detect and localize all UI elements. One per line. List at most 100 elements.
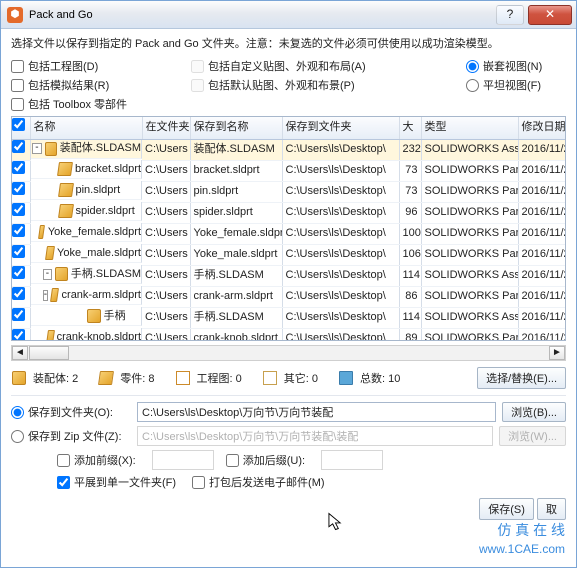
- horizontal-scrollbar[interactable]: ◄ ►: [11, 345, 566, 361]
- table-row[interactable]: spider.sldprtC:\Usersspider.sldprtC:\Use…: [12, 202, 566, 223]
- table-row[interactable]: Yoke_female.sldprtC:\UsersYoke_female.sl…: [12, 223, 566, 244]
- row-check[interactable]: [12, 182, 25, 195]
- date-cell: 2016/11/21 14:07:: [518, 244, 566, 265]
- size-cell: 73: [399, 160, 421, 181]
- file-name: Yoke_male.sldprt: [57, 244, 141, 263]
- file-table: 名称 在文件夹 保存到名称 保存到文件夹 大 类型 修改日期 - 装配体.SLDA…: [11, 116, 566, 341]
- in-folder-cell: C:\Users: [142, 244, 190, 265]
- browse-folder-button[interactable]: 浏览(B)...: [502, 402, 566, 422]
- table-row[interactable]: Yoke_male.sldprtC:\UsersYoke_male.sldprt…: [12, 244, 566, 265]
- save-to-folder-radio[interactable]: 保存到文件夹(O):: [11, 404, 131, 420]
- help-button[interactable]: ?: [496, 5, 524, 25]
- footer-buttons: 保存(S) 取: [11, 498, 566, 520]
- header-dest-folder[interactable]: 保存到文件夹: [282, 117, 399, 139]
- pack-and-go-dialog: ⬢ Pack and Go ? ✕ 选择文件以保存到指定的 Pack and G…: [0, 0, 577, 568]
- save-to-folder-input[interactable]: [137, 402, 496, 422]
- counts-row: 装配体: 2 零件: 8 工程图: 0 其它: 0 总数: 10 选择/替换(E…: [11, 367, 566, 389]
- header-type[interactable]: 类型: [421, 117, 518, 139]
- size-cell: 232: [399, 139, 421, 160]
- table-row[interactable]: 手柄C:\Users手柄.SLDASMC:\Users\ls\Desktop\1…: [12, 307, 566, 328]
- include-custom-decals-check[interactable]: 包括自定义贴图、外观和布局(A): [191, 58, 462, 74]
- assembly-icon: [12, 371, 26, 385]
- row-check[interactable]: [12, 203, 25, 216]
- dest-folder-cell[interactable]: C:\Users\ls\Desktop\: [282, 244, 399, 265]
- titlebar[interactable]: ⬢ Pack and Go ? ✕: [1, 1, 576, 29]
- header-name[interactable]: 名称: [30, 117, 142, 139]
- save-as-cell[interactable]: 装配体.SLDASM: [190, 139, 282, 160]
- close-button[interactable]: ✕: [528, 5, 572, 25]
- dest-folder-cell[interactable]: C:\Users\ls\Desktop\: [282, 223, 399, 244]
- dest-folder-cell[interactable]: C:\Users\ls\Desktop\: [282, 328, 399, 341]
- separator: [11, 395, 566, 396]
- row-check[interactable]: [12, 329, 25, 342]
- row-check[interactable]: [12, 308, 25, 321]
- save-as-cell[interactable]: crank-knob.sldprt: [190, 328, 282, 341]
- dest-folder-cell[interactable]: C:\Users\ls\Desktop\: [282, 202, 399, 223]
- save-as-cell[interactable]: 手柄.SLDASM: [190, 265, 282, 286]
- row-check[interactable]: [12, 161, 25, 174]
- scroll-right-icon[interactable]: ►: [549, 346, 565, 360]
- dest-folder-cell[interactable]: C:\Users\ls\Desktop\: [282, 265, 399, 286]
- flat-view-radio[interactable]: 平坦视图(F): [466, 77, 541, 93]
- part-icon: [45, 246, 55, 260]
- include-drawings-check[interactable]: 包括工程图(D): [11, 58, 187, 74]
- prefix-input: [152, 450, 214, 470]
- save-as-cell[interactable]: spider.sldprt: [190, 202, 282, 223]
- size-cell: 114: [399, 265, 421, 286]
- include-default-decals-check[interactable]: 包括默认贴图、外观和布景(P): [191, 77, 462, 93]
- assembly-count: 装配体: 2: [33, 370, 78, 386]
- email-check[interactable]: 打包后发送电子邮件(M): [192, 474, 325, 490]
- add-prefix-check[interactable]: 添加前缀(X):: [57, 452, 136, 468]
- save-to-zip-row: 保存到 Zip 文件(Z): 浏览(W)...: [11, 426, 566, 446]
- include-toolbox-check[interactable]: 包括 Toolbox 零部件: [11, 96, 187, 112]
- table-row[interactable]: -crank-arm.sldprtC:\Userscrank-arm.sldpr…: [12, 286, 566, 307]
- scroll-left-icon[interactable]: ◄: [12, 346, 28, 360]
- file-name: bracket.sldprt: [75, 160, 141, 179]
- tree-toggle-icon[interactable]: -: [32, 143, 42, 154]
- other-icon: [263, 371, 277, 385]
- dest-folder-cell[interactable]: C:\Users\ls\Desktop\: [282, 307, 399, 328]
- header-size[interactable]: 大: [399, 117, 421, 139]
- include-sim-results-check[interactable]: 包括模拟结果(R): [11, 77, 187, 93]
- add-suffix-check[interactable]: 添加后缀(U):: [226, 452, 305, 468]
- row-check[interactable]: [12, 224, 25, 237]
- cancel-button[interactable]: 取: [537, 498, 566, 520]
- part-icon: [58, 204, 74, 218]
- table-row[interactable]: pin.sldprtC:\Userspin.sldprtC:\Users\ls\…: [12, 181, 566, 202]
- header-save-as[interactable]: 保存到名称: [190, 117, 282, 139]
- flatten-check[interactable]: 平展到单一文件夹(F): [57, 474, 176, 490]
- folder-icon: [339, 371, 353, 385]
- table-row[interactable]: crank-knob.sldprtC:\Userscrank-knob.sldp…: [12, 328, 566, 341]
- header-date[interactable]: 修改日期: [518, 117, 566, 139]
- dest-folder-cell[interactable]: C:\Users\ls\Desktop\: [282, 181, 399, 202]
- scroll-thumb[interactable]: [29, 346, 69, 360]
- row-check[interactable]: [12, 245, 25, 258]
- save-as-cell[interactable]: Yoke_male.sldprt: [190, 244, 282, 265]
- dest-folder-cell[interactable]: C:\Users\ls\Desktop\: [282, 139, 399, 160]
- save-button[interactable]: 保存(S): [479, 498, 534, 520]
- tree-toggle-icon[interactable]: -: [43, 269, 53, 280]
- table-row[interactable]: -手柄.SLDASMC:\Users手柄.SLDASMC:\Users\ls\D…: [12, 265, 566, 286]
- table-row[interactable]: bracket.sldprtC:\Usersbracket.sldprtC:\U…: [12, 160, 566, 181]
- row-check[interactable]: [12, 287, 25, 300]
- suffix-input: [321, 450, 383, 470]
- save-as-cell[interactable]: bracket.sldprt: [190, 160, 282, 181]
- save-as-cell[interactable]: Yoke_female.sldprt: [190, 223, 282, 244]
- dest-folder-cell[interactable]: C:\Users\ls\Desktop\: [282, 160, 399, 181]
- tree-toggle-icon[interactable]: -: [43, 290, 49, 301]
- save-as-cell[interactable]: pin.sldprt: [190, 181, 282, 202]
- save-to-zip-radio[interactable]: 保存到 Zip 文件(Z):: [11, 428, 131, 444]
- save-as-cell[interactable]: 手柄.SLDASM: [190, 307, 282, 328]
- table-row[interactable]: -装配体.SLDASMC:\Users装配体.SLDASMC:\Users\ls…: [12, 139, 566, 160]
- header-in-folder[interactable]: 在文件夹: [142, 117, 190, 139]
- row-check[interactable]: [12, 140, 25, 153]
- row-check[interactable]: [12, 266, 25, 279]
- dest-folder-cell[interactable]: C:\Users\ls\Desktop\: [282, 286, 399, 307]
- date-cell: 2016/11/21 14:24:: [518, 286, 566, 307]
- file-name: 手柄.SLDASM: [71, 265, 141, 284]
- header-check-all[interactable]: [12, 117, 30, 139]
- nested-view-radio[interactable]: 嵌套视图(N): [466, 58, 542, 74]
- drawing-icon: [176, 371, 190, 385]
- save-as-cell[interactable]: crank-arm.sldprt: [190, 286, 282, 307]
- select-replace-button[interactable]: 选择/替换(E)...: [477, 367, 566, 389]
